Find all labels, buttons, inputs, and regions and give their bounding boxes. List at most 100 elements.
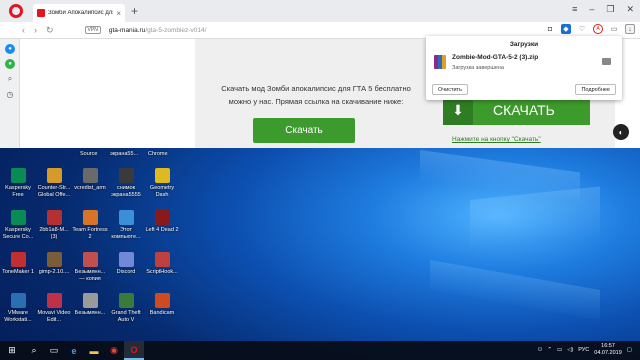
url-host[interactable]: gta-mania.ru [109,27,146,34]
desktop-icon-label: Counter-Str... Global Offe... [37,185,71,198]
search-icon[interactable]: ⌕ [24,341,44,360]
vpn-badge[interactable]: VPN [84,26,101,34]
desktop-icon[interactable]: Этот компьюте... [108,210,144,240]
desktop-icon-label: ScriptHook... [146,269,178,275]
desktop-icon[interactable]: Left 4 Dead 2 [144,210,180,234]
desktop-icon-label: Этот компьюте... [111,227,141,240]
desktop-caption: экрана55... [110,151,139,157]
wallpaper-beam [470,186,600,250]
history-icon[interactable]: ◷ [5,89,15,99]
desktop-icon[interactable]: Bandicam [144,293,180,317]
download-item[interactable]: Zombie-Mod-GTA-5-2 (3).zip Загрузка заве… [434,53,614,75]
notifications-icon[interactable]: ▢ [627,347,632,353]
bookmark-heart-icon[interactable]: ♡ [577,24,587,34]
desktop-icon-label: vcredist_arm [74,185,106,191]
url-path[interactable]: /gta-5-zombiez-v014/ [145,27,206,34]
desktop-icon-label: Безымянн... — копия [74,269,106,282]
desktop-app-icon [10,293,26,308]
new-tab-icon[interactable]: + [131,4,138,18]
language-indicator[interactable]: РУС [578,347,589,353]
desktop-icon-label: Bandicam [149,310,175,316]
messenger-icon[interactable]: ● [5,44,15,54]
desktop-icon[interactable]: vcredist_arm [72,168,108,192]
tray-chevron-icon[interactable]: ⌃ [547,347,552,353]
close-window-icon[interactable]: ✕ [626,4,634,15]
desktop-icon[interactable]: ScriptHook... [144,252,180,276]
desktop-icon[interactable]: Counter-Str... Global Offe... [36,168,72,198]
more-downloads-button[interactable]: Подробнее [575,84,616,95]
desktop-app-icon [154,293,170,308]
desktop-icon[interactable]: Movavi Video Edit... [36,293,72,323]
desktop-caption: Source [80,151,98,157]
desktop-app-icon [10,210,26,225]
clock-time: 16:57 [601,343,615,349]
archive-file-icon [434,55,446,69]
edge-icon[interactable]: e [64,341,84,360]
desktop-icon[interactable]: Kaspersky Secure Co... [0,210,36,240]
desktop-icon-label: Movavi Video Edit... [37,310,71,323]
desktop-icon[interactable]: Безымянн... [72,293,108,317]
tab-close-icon[interactable]: × [116,9,121,18]
browser-sidebar: ● ● ⌕ ◷ [0,39,20,148]
shield-icon[interactable]: ◆ [561,24,571,34]
bandicam-record-icon[interactable]: ◉ [104,341,124,360]
opera-menu-icon[interactable] [9,4,23,18]
people-icon[interactable]: ⚇ [537,347,542,353]
maximize-icon[interactable]: ❐ [606,4,614,15]
desktop-icon[interactable]: 2bb1a8-M... (3) [36,210,72,240]
download-file-name[interactable]: Zombie-Mod-GTA-5-2 (3).zip [452,54,538,61]
desktop-icon[interactable]: VMware Workstati... [0,293,36,323]
opera-taskbar-icon[interactable]: O [124,341,144,360]
clock[interactable]: 16:57 04.07.2019 [594,343,622,357]
desktop-icon[interactable]: Geometry Dash [144,168,180,198]
network-icon[interactable]: ▭ [557,347,562,353]
windows-start-icon[interactable]: ⊞ [0,341,24,360]
desktop-app-icon [46,168,62,183]
desktop-app-icon [82,293,98,308]
back-icon[interactable]: ‹ [22,25,25,35]
clock-date: 04.07.2019 [594,350,622,356]
settings-round-icon[interactable]: ◐ [613,124,629,140]
minimize-icon[interactable]: – [589,4,594,15]
click-download-link[interactable]: Нажмите на кнопку "Скачать" [452,136,541,143]
desktop-icon-label: Безымянн... [74,310,106,316]
clear-downloads-button[interactable]: Очистить [432,84,468,95]
desktop-icon[interactable]: gimp-2.10.... [36,252,72,276]
volume-icon[interactable]: ◁) [567,347,573,353]
desktop-app-icon [46,210,62,225]
desktop-icon[interactable]: снимок экрана5555 [108,168,144,198]
whatsapp-icon[interactable]: ● [5,59,15,69]
site-favicon-icon [37,9,45,17]
file-explorer-icon[interactable]: ▬ [84,341,104,360]
downloads-panel: Загрузки Zombie-Mod-GTA-5-2 (3).zip Загр… [426,36,622,100]
desktop-icon-label: Discord [116,269,136,275]
desktop-icon[interactable]: Безымянн... — копия [72,252,108,282]
desktop-app-icon [82,252,98,267]
desktop-icon-label: gimp-2.10.... [38,269,70,275]
desktop-icon[interactable]: Kaspersky Free [0,168,36,198]
desktop-icon-label: Left 4 Dead 2 [145,227,179,233]
reload-icon[interactable]: ↻ [46,25,54,36]
desktop-icon[interactable]: Grand Theft Auto V [108,293,144,323]
desktop-icon-label: Grand Theft Auto V [111,310,141,323]
browser-tab[interactable]: Зомби Апокалипсис для × [33,4,125,22]
wallet-icon[interactable]: ▭ [609,24,619,34]
desktop-icon[interactable]: Discord [108,252,144,276]
task-view-icon[interactable]: ▭ [44,341,64,360]
forward-icon[interactable]: › [34,25,37,35]
search-icon[interactable]: ⌕ [5,74,15,84]
desktop-app-icon [118,168,134,183]
downloads-title: Загрузки [509,41,539,48]
desktop-icon[interactable]: ToneMaker 1 [0,252,36,276]
folder-icon[interactable] [602,58,611,65]
download-button[interactable]: Скачать [253,118,355,143]
desktop-icon-label: ToneMaker 1 [2,269,34,275]
wallpaper-beam [430,260,600,320]
desktop-caption: Chrome [148,151,168,157]
camera-icon[interactable]: ◘ [545,24,555,34]
adblock-icon[interactable]: A [593,24,603,34]
download-icon[interactable]: ↓ [625,24,635,34]
desktop-icon[interactable]: Team Fortress 2 [72,210,108,240]
desktop-app-icon [154,210,170,225]
search-tabs-icon[interactable]: ≡ [572,4,577,15]
